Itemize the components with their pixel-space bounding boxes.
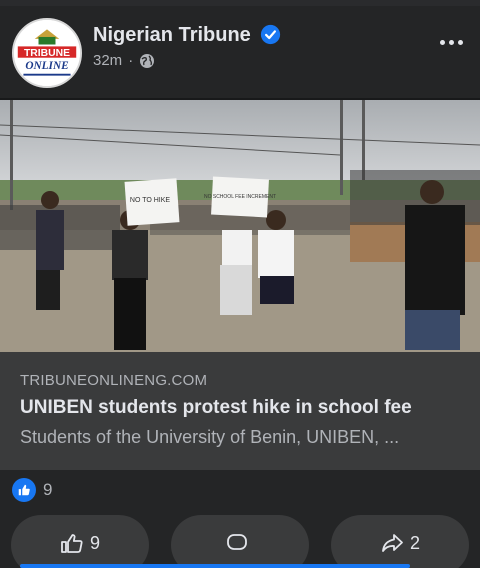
- post-header: TRIBUNE ONLINE Nigerian Tribune 32m ·: [0, 6, 480, 98]
- share-button[interactable]: 2: [331, 515, 469, 568]
- like-reaction-icon: [12, 478, 36, 502]
- link-headline[interactable]: UNIBEN students protest hike in school f…: [20, 397, 460, 419]
- comment-icon: [227, 534, 247, 550]
- dot-icon: [457, 39, 463, 45]
- progress-indicator: [20, 564, 410, 568]
- page-avatar[interactable]: TRIBUNE ONLINE: [12, 18, 82, 88]
- like-button[interactable]: 9: [11, 515, 149, 568]
- action-bar: 9 2: [0, 510, 480, 568]
- reaction-count: 9: [43, 480, 53, 499]
- protest-photo: NO TO HIKE NO SCHOOL FEE INCREMENT: [0, 100, 480, 352]
- share-arrow-icon: [382, 534, 403, 552]
- link-domain: TRIBUNEONLINENG.COM: [20, 372, 208, 389]
- link-description: Students of the University of Benin, UNI…: [20, 427, 400, 447]
- dot-icon: [439, 39, 445, 45]
- post-photo[interactable]: NO TO HIKE NO SCHOOL FEE INCREMENT: [0, 100, 480, 352]
- meta-separator: ·: [128, 52, 134, 69]
- globe-icon: [140, 53, 155, 68]
- thumbs-up-outline-icon: [61, 534, 83, 553]
- comment-button[interactable]: [171, 515, 309, 568]
- like-count: 9: [89, 533, 100, 553]
- thumbs-up-icon: [18, 484, 30, 496]
- share-count: 2: [409, 533, 420, 553]
- page-name[interactable]: Nigerian Tribune: [93, 24, 251, 47]
- svg-text:TRIBUNE: TRIBUNE: [24, 48, 70, 59]
- more-options-button[interactable]: [436, 32, 466, 52]
- reactions-summary[interactable]: 9: [0, 470, 480, 510]
- svg-text:NO TO HIKE: NO TO HIKE: [130, 197, 171, 204]
- svg-text:ONLINE: ONLINE: [25, 60, 69, 72]
- post-time[interactable]: 32m: [93, 52, 122, 69]
- verified-badge-icon: [260, 24, 281, 45]
- svg-text:NO SCHOOL FEE INCREMENT: NO SCHOOL FEE INCREMENT: [204, 194, 276, 200]
- dot-icon: [448, 39, 454, 45]
- post-meta: 32m ·: [93, 52, 155, 69]
- link-preview[interactable]: TRIBUNEONLINENG.COM UNIBEN students prot…: [0, 352, 480, 470]
- tribune-logo: TRIBUNE ONLINE: [14, 20, 80, 86]
